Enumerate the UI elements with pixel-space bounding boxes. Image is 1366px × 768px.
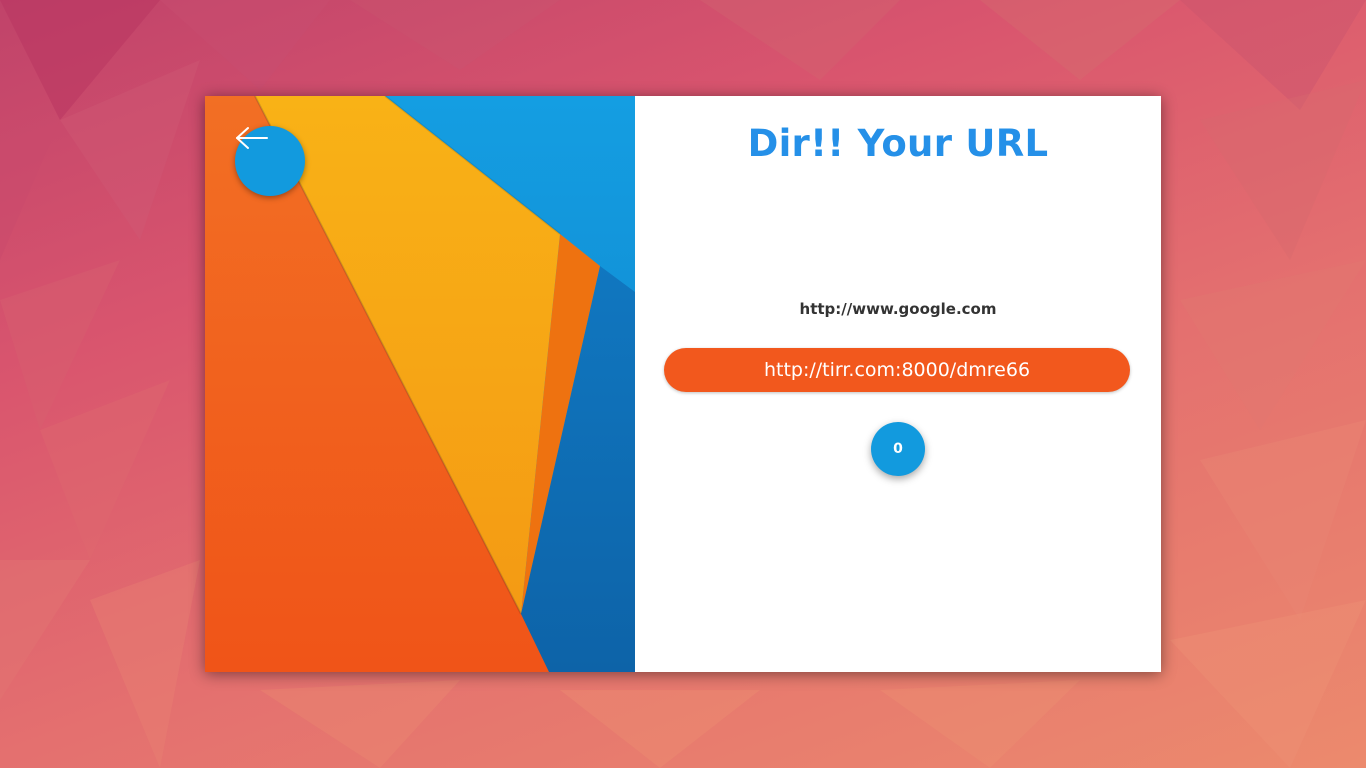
page-title: Dir!! Your URL — [747, 122, 1049, 165]
short-url-link[interactable]: http://tirr.com:8000/dmre66 — [664, 348, 1130, 392]
click-count-badge: 0 — [871, 422, 925, 476]
back-button[interactable] — [235, 126, 305, 196]
url-result-card: Dir!! Your URL http://www.google.com htt… — [205, 96, 1161, 672]
short-url-text: http://tirr.com:8000/dmre66 — [763, 359, 1031, 381]
result-content-panel: Dir!! Your URL http://www.google.com htt… — [635, 96, 1161, 672]
original-url-text: http://www.google.com — [799, 300, 997, 318]
material-art-panel — [205, 96, 635, 672]
click-count-value: 0 — [893, 441, 903, 457]
